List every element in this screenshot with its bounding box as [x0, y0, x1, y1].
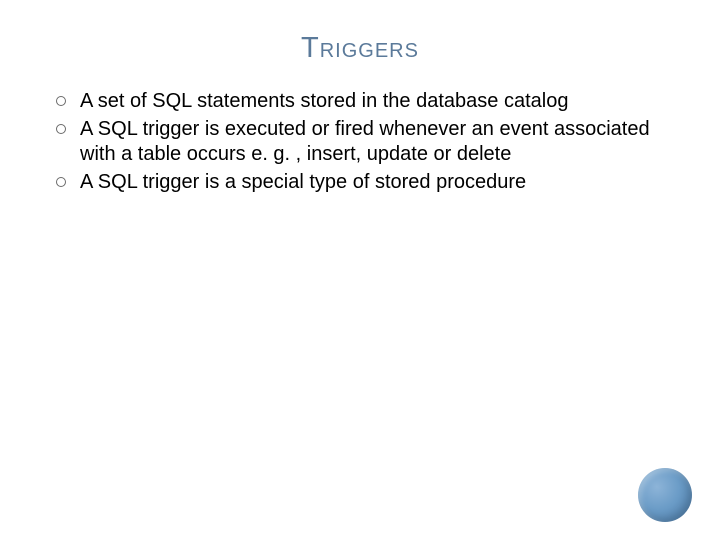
bullet-icon	[56, 177, 66, 187]
bullet-icon	[56, 124, 66, 134]
list-item: A SQL trigger is executed or fired whene…	[56, 117, 680, 168]
slide: Triggers A set of SQL statements stored …	[0, 0, 720, 540]
bullet-text: A SQL trigger is executed or fired whene…	[80, 117, 680, 168]
bullet-text: A set of SQL statements stored in the da…	[80, 89, 680, 115]
bullet-icon	[56, 96, 66, 106]
bullet-text: A SQL trigger is a special type of store…	[80, 170, 680, 196]
slide-title: Triggers	[0, 0, 720, 89]
slide-content: A set of SQL statements stored in the da…	[0, 89, 720, 195]
list-item: A SQL trigger is a special type of store…	[56, 170, 680, 196]
decorative-sphere-icon	[638, 468, 692, 522]
list-item: A set of SQL statements stored in the da…	[56, 89, 680, 115]
